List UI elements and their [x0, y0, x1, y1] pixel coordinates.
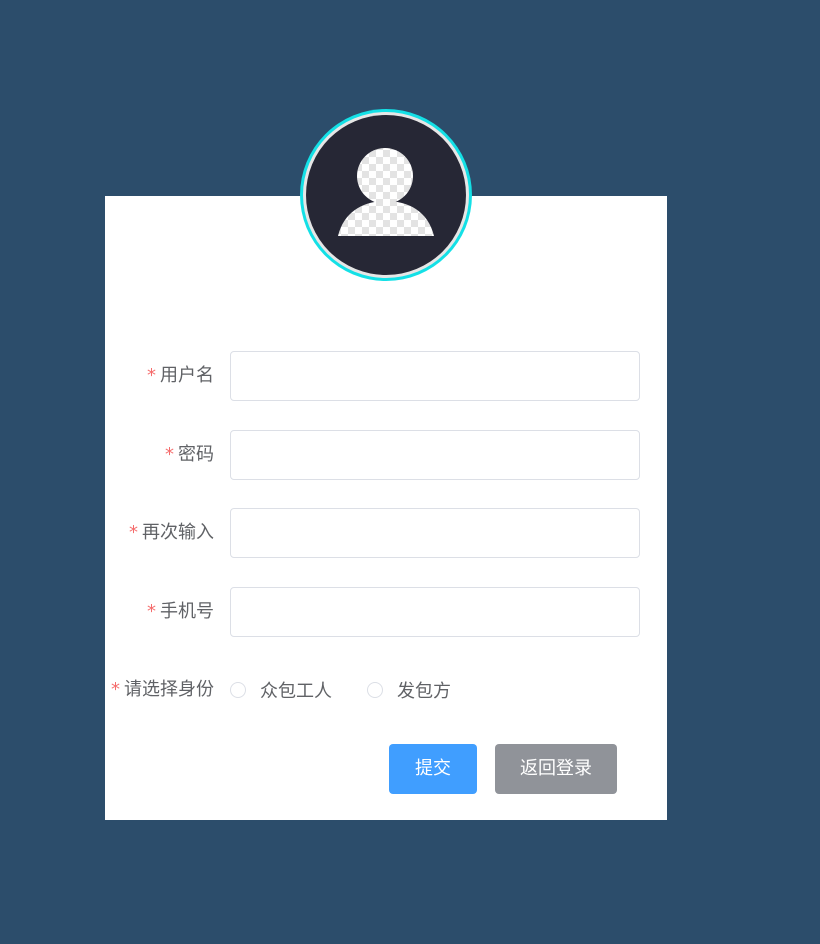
radio-contractor-label[interactable]: 发包方: [397, 677, 451, 703]
required-mark: *: [111, 679, 120, 700]
radio-crowd-worker-label[interactable]: 众包工人: [260, 677, 332, 703]
back-to-login-button[interactable]: 返回登录: [495, 744, 617, 794]
radio-contractor[interactable]: 发包方: [367, 665, 451, 715]
submit-button[interactable]: 提交: [389, 744, 477, 794]
default-user-avatar-icon: [338, 148, 434, 236]
confirm-password-label: * 再次输入: [129, 522, 214, 543]
confirm-password-row: * 再次输入: [105, 508, 667, 558]
username-label: * 用户名: [147, 365, 214, 386]
phone-label: * 手机号: [147, 601, 214, 622]
required-mark: *: [129, 522, 138, 543]
password-row: * 密码: [105, 430, 667, 480]
radio-circle-icon[interactable]: [230, 682, 246, 698]
identity-label: * 请选择身份: [111, 679, 214, 700]
required-mark: *: [147, 601, 156, 622]
register-card: * 用户名 * 密码 * 再次输入 * 手机号 * 请选择身份 众包工人 发包方 提交 返…: [105, 196, 667, 820]
password-label: * 密码: [165, 444, 214, 465]
username-row: * 用户名: [105, 351, 667, 401]
radio-crowd-worker[interactable]: 众包工人: [230, 665, 332, 715]
radio-circle-icon[interactable]: [367, 682, 383, 698]
avatar: [300, 109, 472, 281]
required-mark: *: [147, 365, 156, 386]
password-input[interactable]: [230, 430, 640, 480]
required-mark: *: [165, 444, 174, 465]
identity-row: * 请选择身份 众包工人 发包方: [105, 665, 667, 715]
phone-input[interactable]: [230, 587, 640, 637]
confirm-password-input[interactable]: [230, 508, 640, 558]
phone-row: * 手机号: [105, 587, 667, 637]
username-input[interactable]: [230, 351, 640, 401]
